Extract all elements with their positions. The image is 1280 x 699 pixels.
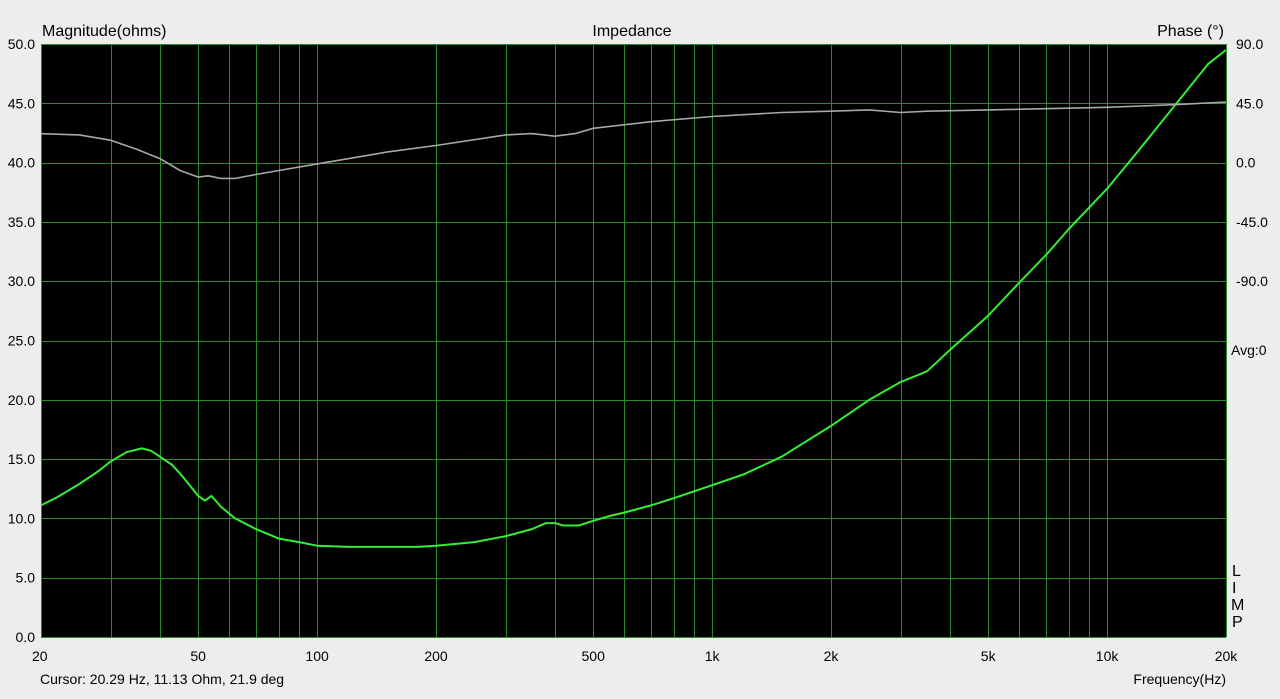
plot-area[interactable] bbox=[41, 44, 1226, 637]
y2-tick-label: 90.0 bbox=[1236, 36, 1263, 52]
limp-letter-p: P bbox=[1232, 614, 1243, 631]
limp-letter-i: I bbox=[1232, 580, 1236, 597]
impedance-chart[interactable]: 20 50 100 200 500 1k 2k 5k 10k 20k 0.0 5.0 10.0 15.0… bbox=[0, 0, 1280, 694]
y-tick-label: 25.0 bbox=[8, 333, 35, 349]
y-tick-label: 20.0 bbox=[8, 392, 35, 408]
x-tick-label: 200 bbox=[424, 648, 448, 664]
x-axis-label: Frequency(Hz) bbox=[1133, 671, 1226, 687]
x-tick-label: 20k bbox=[1215, 648, 1239, 664]
x-tick-label: 100 bbox=[305, 648, 329, 664]
y-tick-label: 50.0 bbox=[8, 36, 35, 52]
y2-tick-label: -45.0 bbox=[1236, 214, 1268, 230]
y2-tick-label: 45.0 bbox=[1236, 95, 1263, 111]
y-axis-label: Magnitude(ohms) bbox=[42, 23, 167, 40]
x-tick-label: 5k bbox=[981, 648, 997, 664]
limp-letter-m: M bbox=[1231, 597, 1244, 614]
x-tick-label: 50 bbox=[190, 648, 206, 664]
x-tick-label: 2k bbox=[824, 648, 840, 664]
y-tick-label: 40.0 bbox=[8, 155, 35, 171]
y2-tick-label: 0.0 bbox=[1236, 155, 1256, 171]
impedance-chart-window: 20 50 100 200 500 1k 2k 5k 10k 20k 0.0 5.0 10.0 15.0… bbox=[0, 0, 1280, 694]
cursor-readout: Cursor: 20.29 Hz, 11.13 Ohm, 21.9 deg bbox=[40, 671, 284, 687]
x-tick-label: 20 bbox=[32, 648, 48, 664]
y-tick-label: 15.0 bbox=[8, 451, 35, 467]
y2-axis-label: Phase (°) bbox=[1157, 23, 1224, 40]
y2-tick-label: -90.0 bbox=[1236, 273, 1268, 289]
y-tick-label: 10.0 bbox=[8, 510, 35, 526]
y-tick-label: 5.0 bbox=[16, 570, 36, 586]
x-tick-label: 500 bbox=[582, 648, 606, 664]
limp-letter-l: L bbox=[1232, 563, 1241, 580]
y-tick-label: 30.0 bbox=[8, 273, 35, 289]
y-tick-label: 0.0 bbox=[16, 629, 36, 645]
y-tick-label: 45.0 bbox=[8, 95, 35, 111]
y-tick-label: 35.0 bbox=[8, 214, 35, 230]
x-tick-label: 10k bbox=[1096, 648, 1120, 664]
x-tick-label: 1k bbox=[705, 648, 721, 664]
chart-title: Impedance bbox=[592, 23, 671, 40]
avg-label: Avg:0 bbox=[1231, 342, 1267, 358]
